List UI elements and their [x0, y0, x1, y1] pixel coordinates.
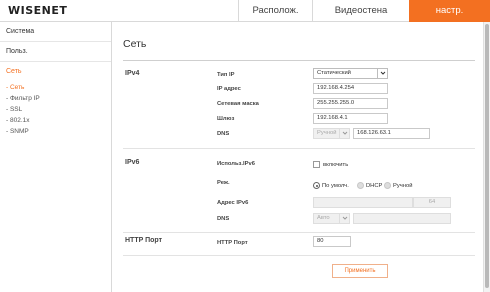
- subnet-mask-label: Сетевая маска: [217, 101, 259, 107]
- vertical-scrollbar[interactable]: [483, 22, 490, 292]
- ip-type-value: Статический: [317, 70, 351, 76]
- chevron-down-icon: [342, 131, 348, 135]
- ipv6-dns-label: DNS: [217, 216, 230, 222]
- settings-sidebar: Система Польз. Сеть - Сеть - Фильтр IP -…: [0, 22, 112, 292]
- ipv6-mode-label: Реж.: [217, 180, 230, 186]
- ipv6-address-input[interactable]: [313, 197, 413, 208]
- http-port-label: HTTP Порт: [217, 240, 248, 246]
- ipv4-dns-input[interactable]: 168.126.63.1: [353, 128, 430, 139]
- sidebar-subitem-ip-filter[interactable]: - Фильтр IP: [0, 93, 111, 104]
- use-ipv6-label: Использ.IPv6: [217, 161, 255, 167]
- tab-videowall[interactable]: Видеостена: [312, 0, 409, 22]
- ipv6-dns-mode-dropdown[interactable]: [339, 214, 349, 223]
- http-section-label: HTTP Порт: [125, 237, 163, 244]
- sidebar-subitem-8021x[interactable]: - 802.1x: [0, 115, 111, 126]
- ipv6-dns-mode-value: Авто: [317, 215, 330, 221]
- title-divider: [123, 60, 475, 61]
- chevron-down-icon: [380, 71, 386, 75]
- page-title: Сеть: [123, 38, 147, 50]
- ipv6-prefix-input[interactable]: 64: [413, 197, 451, 208]
- ipv6-dns-input[interactable]: [353, 213, 451, 224]
- network-settings-panel: Сеть IPv4 Тип IP Статический IP адрес 19…: [113, 22, 483, 292]
- ipv4-dns-mode-select[interactable]: Ручной: [313, 128, 350, 139]
- ipv6-dns-mode-select[interactable]: Авто: [313, 213, 350, 224]
- mode-manual-label: Ручной: [393, 183, 413, 189]
- scrollbar-thumb[interactable]: [485, 24, 489, 288]
- enable-ipv6-checkbox[interactable]: [313, 161, 320, 168]
- mode-default-radio[interactable]: [313, 182, 320, 189]
- ipv6-section-label: IPv6: [125, 159, 140, 166]
- sidebar-item-system[interactable]: Система: [0, 22, 111, 42]
- ip-type-dropdown[interactable]: [377, 69, 387, 78]
- ip-address-label: IP адрес: [217, 86, 241, 92]
- apply-button[interactable]: Применить: [332, 264, 388, 278]
- ip-type-select[interactable]: Статический: [313, 68, 388, 79]
- gateway-label: Шлюз: [217, 116, 235, 122]
- ip-address-input[interactable]: 192.168.4.254: [313, 83, 388, 94]
- sidebar-item-users[interactable]: Польз.: [0, 42, 111, 62]
- ipv4-dns-mode-value: Ручной: [317, 130, 337, 136]
- brand-logo: WISENET: [8, 4, 68, 17]
- ipv4-dns-mode-dropdown[interactable]: [339, 129, 349, 138]
- sidebar-subitem-snmp[interactable]: - SNMP: [0, 126, 111, 137]
- gateway-input[interactable]: 192.168.4.1: [313, 113, 388, 124]
- sidebar-subitem-network[interactable]: - Сеть: [0, 82, 111, 93]
- section-divider: [123, 255, 475, 256]
- mode-default-label: По умолч.: [322, 183, 349, 189]
- subnet-mask-input[interactable]: 255.255.255.0: [313, 98, 388, 109]
- main-nav: Располож. Видеостена настр.: [238, 0, 490, 22]
- section-divider: [123, 232, 475, 233]
- top-bar: WISENET Располож. Видеостена настр.: [0, 0, 490, 22]
- mode-dhcp-label: DHCP: [366, 183, 383, 189]
- tab-layout[interactable]: Располож.: [238, 0, 312, 22]
- chevron-down-icon: [342, 216, 348, 220]
- enable-ipv6-label: включить: [323, 162, 349, 168]
- ip-type-label: Тип IP: [217, 72, 235, 78]
- ipv4-section-label: IPv4: [125, 70, 140, 77]
- mode-manual-radio[interactable]: [384, 182, 391, 189]
- http-port-input[interactable]: 80: [313, 236, 351, 247]
- ipv6-address-label: Адрес IPv6: [217, 200, 249, 206]
- sidebar-subitem-ssl[interactable]: - SSL: [0, 104, 111, 115]
- ipv4-dns-label: DNS: [217, 131, 230, 137]
- section-divider: [123, 148, 475, 149]
- sidebar-item-network[interactable]: Сеть: [0, 62, 111, 82]
- mode-dhcp-radio[interactable]: [357, 182, 364, 189]
- tab-settings[interactable]: настр.: [409, 0, 490, 22]
